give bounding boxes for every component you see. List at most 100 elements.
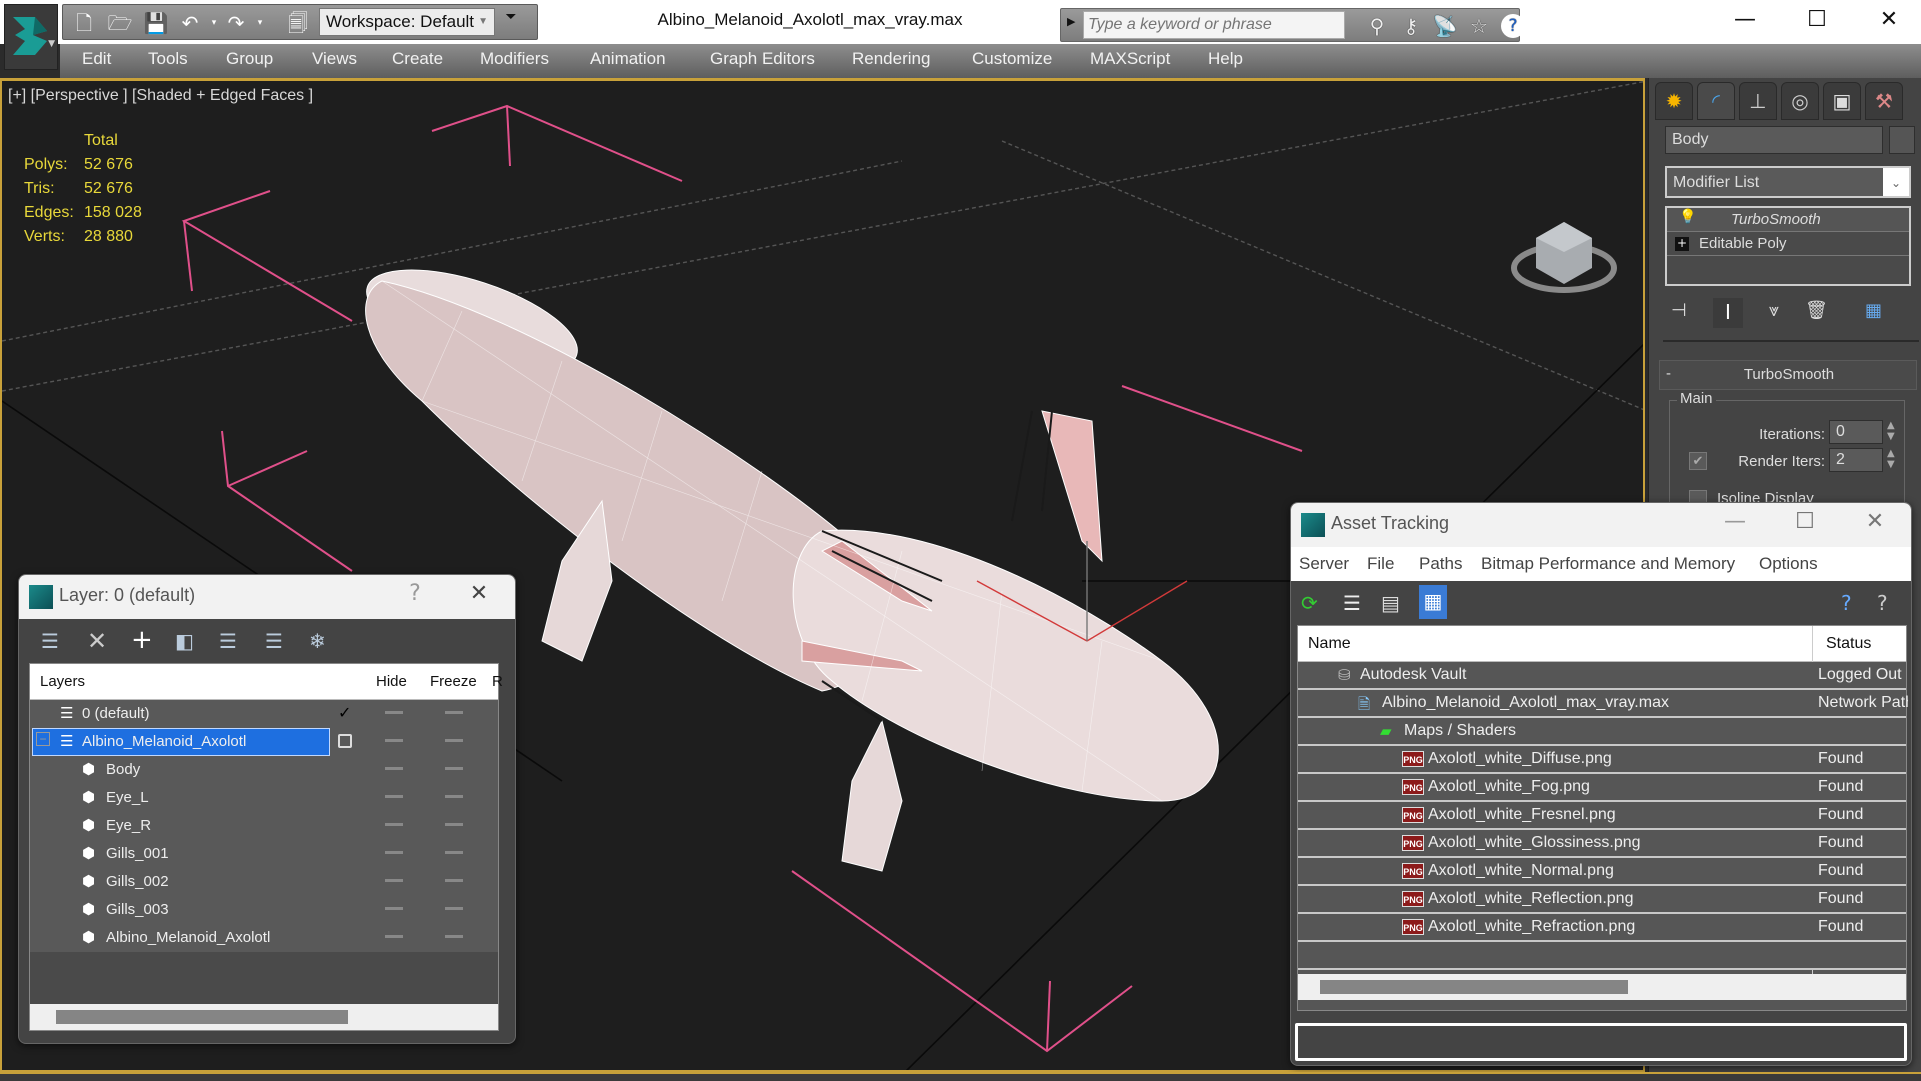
menu-modifiers[interactable]: Modifiers [480,49,549,69]
hide-toggle[interactable] [385,907,403,910]
viewport-label[interactable]: [+] [Perspective ] [Shaded + Edged Faces… [8,87,313,105]
tab-motion[interactable]: ◎ [1781,82,1819,120]
hide-toggle[interactable] [385,879,403,882]
workspace-dropdown[interactable]: Workspace: Default ▼ [319,8,495,36]
current-layer-checkmark-icon[interactable]: ✓ [338,703,351,723]
close-button[interactable]: ✕ [1855,509,1895,534]
provider-help-icon[interactable]: ? [1877,591,1888,615]
freeze-toggle[interactable] [445,851,463,854]
project-icon[interactable]: 🗐 [285,11,311,35]
column-layers[interactable]: Layers [40,673,85,690]
modifier-list-dropdown[interactable]: Modifier List ⌄ [1665,166,1911,198]
freeze-toggle[interactable] [445,767,463,770]
menu-bitmap-performance[interactable]: Bitmap Performance and Memory [1481,554,1735,574]
create-layer-icon[interactable]: ☰ [41,629,59,653]
pin-stack-icon[interactable]: ⊣ [1671,300,1687,321]
hide-toggle[interactable] [385,823,403,826]
maximize-button[interactable]: ☐ [1782,0,1852,42]
new-file-icon[interactable]: 🗋 [71,11,97,35]
menu-rendering[interactable]: Rendering [852,49,930,69]
freeze-toggle[interactable] [445,907,463,910]
layer-row[interactable]: − ☰ Albino_Melanoid_Axolotl [30,728,498,756]
expand-arrow-icon[interactable]: ▶ [1067,15,1075,28]
binoculars-icon[interactable]: ⚲ [1363,13,1391,39]
hide-unhide-layers-icon[interactable]: ❄ [309,629,326,653]
tree-view-icon[interactable]: ▤ [1381,591,1400,615]
menu-create[interactable]: Create [392,49,443,69]
help-icon[interactable]: ? [1501,14,1525,38]
column-freeze[interactable]: Freeze [430,673,477,690]
add-to-layer-icon[interactable]: + [131,625,153,655]
list-view-icon[interactable]: ☰ [1343,591,1361,615]
undo-icon[interactable]: ↶ [177,11,203,35]
hide-toggle[interactable] [385,711,403,714]
table-view-icon[interactable]: ▦ [1419,585,1447,619]
select-objects-icon[interactable]: ◧ [175,629,194,653]
highlight-layer-icon[interactable]: ☰ [265,629,283,653]
object-row[interactable]: ⬢ Gills_003 [30,896,498,924]
asset-row[interactable]: PNG Axolotl_white_Fog.png Found [1298,774,1906,802]
minimize-button[interactable]: — [1710,0,1780,42]
redo-dropdown-icon[interactable]: ▾ [247,11,273,35]
app-menu-button[interactable]: ▼ [4,4,58,70]
freeze-toggle[interactable] [445,823,463,826]
key-icon[interactable]: ⚷ [1397,13,1425,39]
object-row[interactable]: ⬢ Eye_L [30,784,498,812]
object-row[interactable]: ⬢ Body [30,756,498,784]
select-layer-icon[interactable]: ☰ [219,629,237,653]
stack-item-editable-poly[interactable]: + Editable Poly [1667,232,1909,256]
menu-help[interactable]: Help [1208,49,1243,69]
object-row[interactable]: ⬢ Eye_R [30,812,498,840]
close-button[interactable]: ✕ [459,581,499,606]
configure-sets-icon[interactable]: ▦ [1865,300,1882,321]
column-render[interactable]: R [492,673,503,690]
tab-display[interactable]: ▣ [1823,82,1861,120]
tab-create[interactable]: ✹ [1655,82,1693,120]
redo-icon[interactable]: ↷ [223,11,249,35]
asset-row[interactable]: PNG Axolotl_white_Reflection.png Found [1298,886,1906,914]
make-unique-icon[interactable]: ⩔ [1769,300,1779,321]
menu-views[interactable]: Views [312,49,357,69]
asset-row[interactable]: 🗎 Albino_Melanoid_Axolotl_max_vray.max N… [1298,690,1908,718]
asset-row[interactable]: PNG Axolotl_white_Diffuse.png Found [1298,746,1906,774]
asset-row[interactable]: PNG Axolotl_white_Fresnel.png Found [1298,802,1906,830]
expand-plus-icon[interactable]: + [1675,237,1689,251]
scrollbar-thumb[interactable] [1320,980,1628,994]
object-color-swatch[interactable] [1889,126,1915,154]
menu-maxscript[interactable]: MAXScript [1090,49,1170,69]
hide-toggle[interactable] [385,851,403,854]
asset-row[interactable]: PNG Axolotl_white_Normal.png Found [1298,858,1906,886]
freeze-toggle[interactable] [445,711,463,714]
render-iters-spinner[interactable]: ▲ ▼ [1887,448,1895,470]
vault-help-icon[interactable]: ? [1841,591,1852,615]
close-button[interactable]: ✕ [1854,0,1921,42]
help-button[interactable]: ? [395,581,435,606]
rollout-header-turbosmooth[interactable]: - TurboSmooth [1659,360,1917,390]
freeze-toggle[interactable] [445,739,463,742]
menu-animation[interactable]: Animation [590,49,666,69]
maximize-button[interactable]: ☐ [1785,509,1825,534]
hide-toggle[interactable] [385,795,403,798]
customize-qat-button[interactable]: ⏷ [500,4,522,32]
lightbulb-icon[interactable]: 💡 [1679,209,1696,225]
tab-modify[interactable]: ◜ [1697,82,1735,120]
remove-modifier-icon[interactable]: 🗑 [1805,300,1828,321]
menu-paths[interactable]: Paths [1419,554,1462,574]
iterations-spinner[interactable]: ▲ ▼ [1887,420,1895,442]
tab-hierarchy[interactable]: ⊥ [1739,82,1777,120]
hide-toggle[interactable] [385,739,403,742]
collapse-minus-icon[interactable]: − [36,732,50,746]
menu-options[interactable]: Options [1759,554,1818,574]
tab-utilities[interactable]: ⚒ [1865,82,1903,120]
search-input[interactable] [1083,11,1345,39]
horizontal-scrollbar[interactable] [1298,974,1906,1000]
asset-row[interactable]: ▰ Maps / Shaders [1298,718,1906,746]
asset-dialog-titlebar[interactable]: Asset Tracking — ☐ ✕ [1291,503,1911,547]
hide-toggle[interactable] [385,767,403,770]
minimize-button[interactable]: — [1715,509,1755,534]
open-folder-icon[interactable]: 🗁 [107,11,133,35]
menu-group[interactable]: Group [226,49,273,69]
stack-item-turbosmooth[interactable]: 💡 TurboSmooth [1667,208,1909,232]
menu-server[interactable]: Server [1299,554,1349,574]
iterations-input[interactable]: 0 [1829,420,1883,444]
